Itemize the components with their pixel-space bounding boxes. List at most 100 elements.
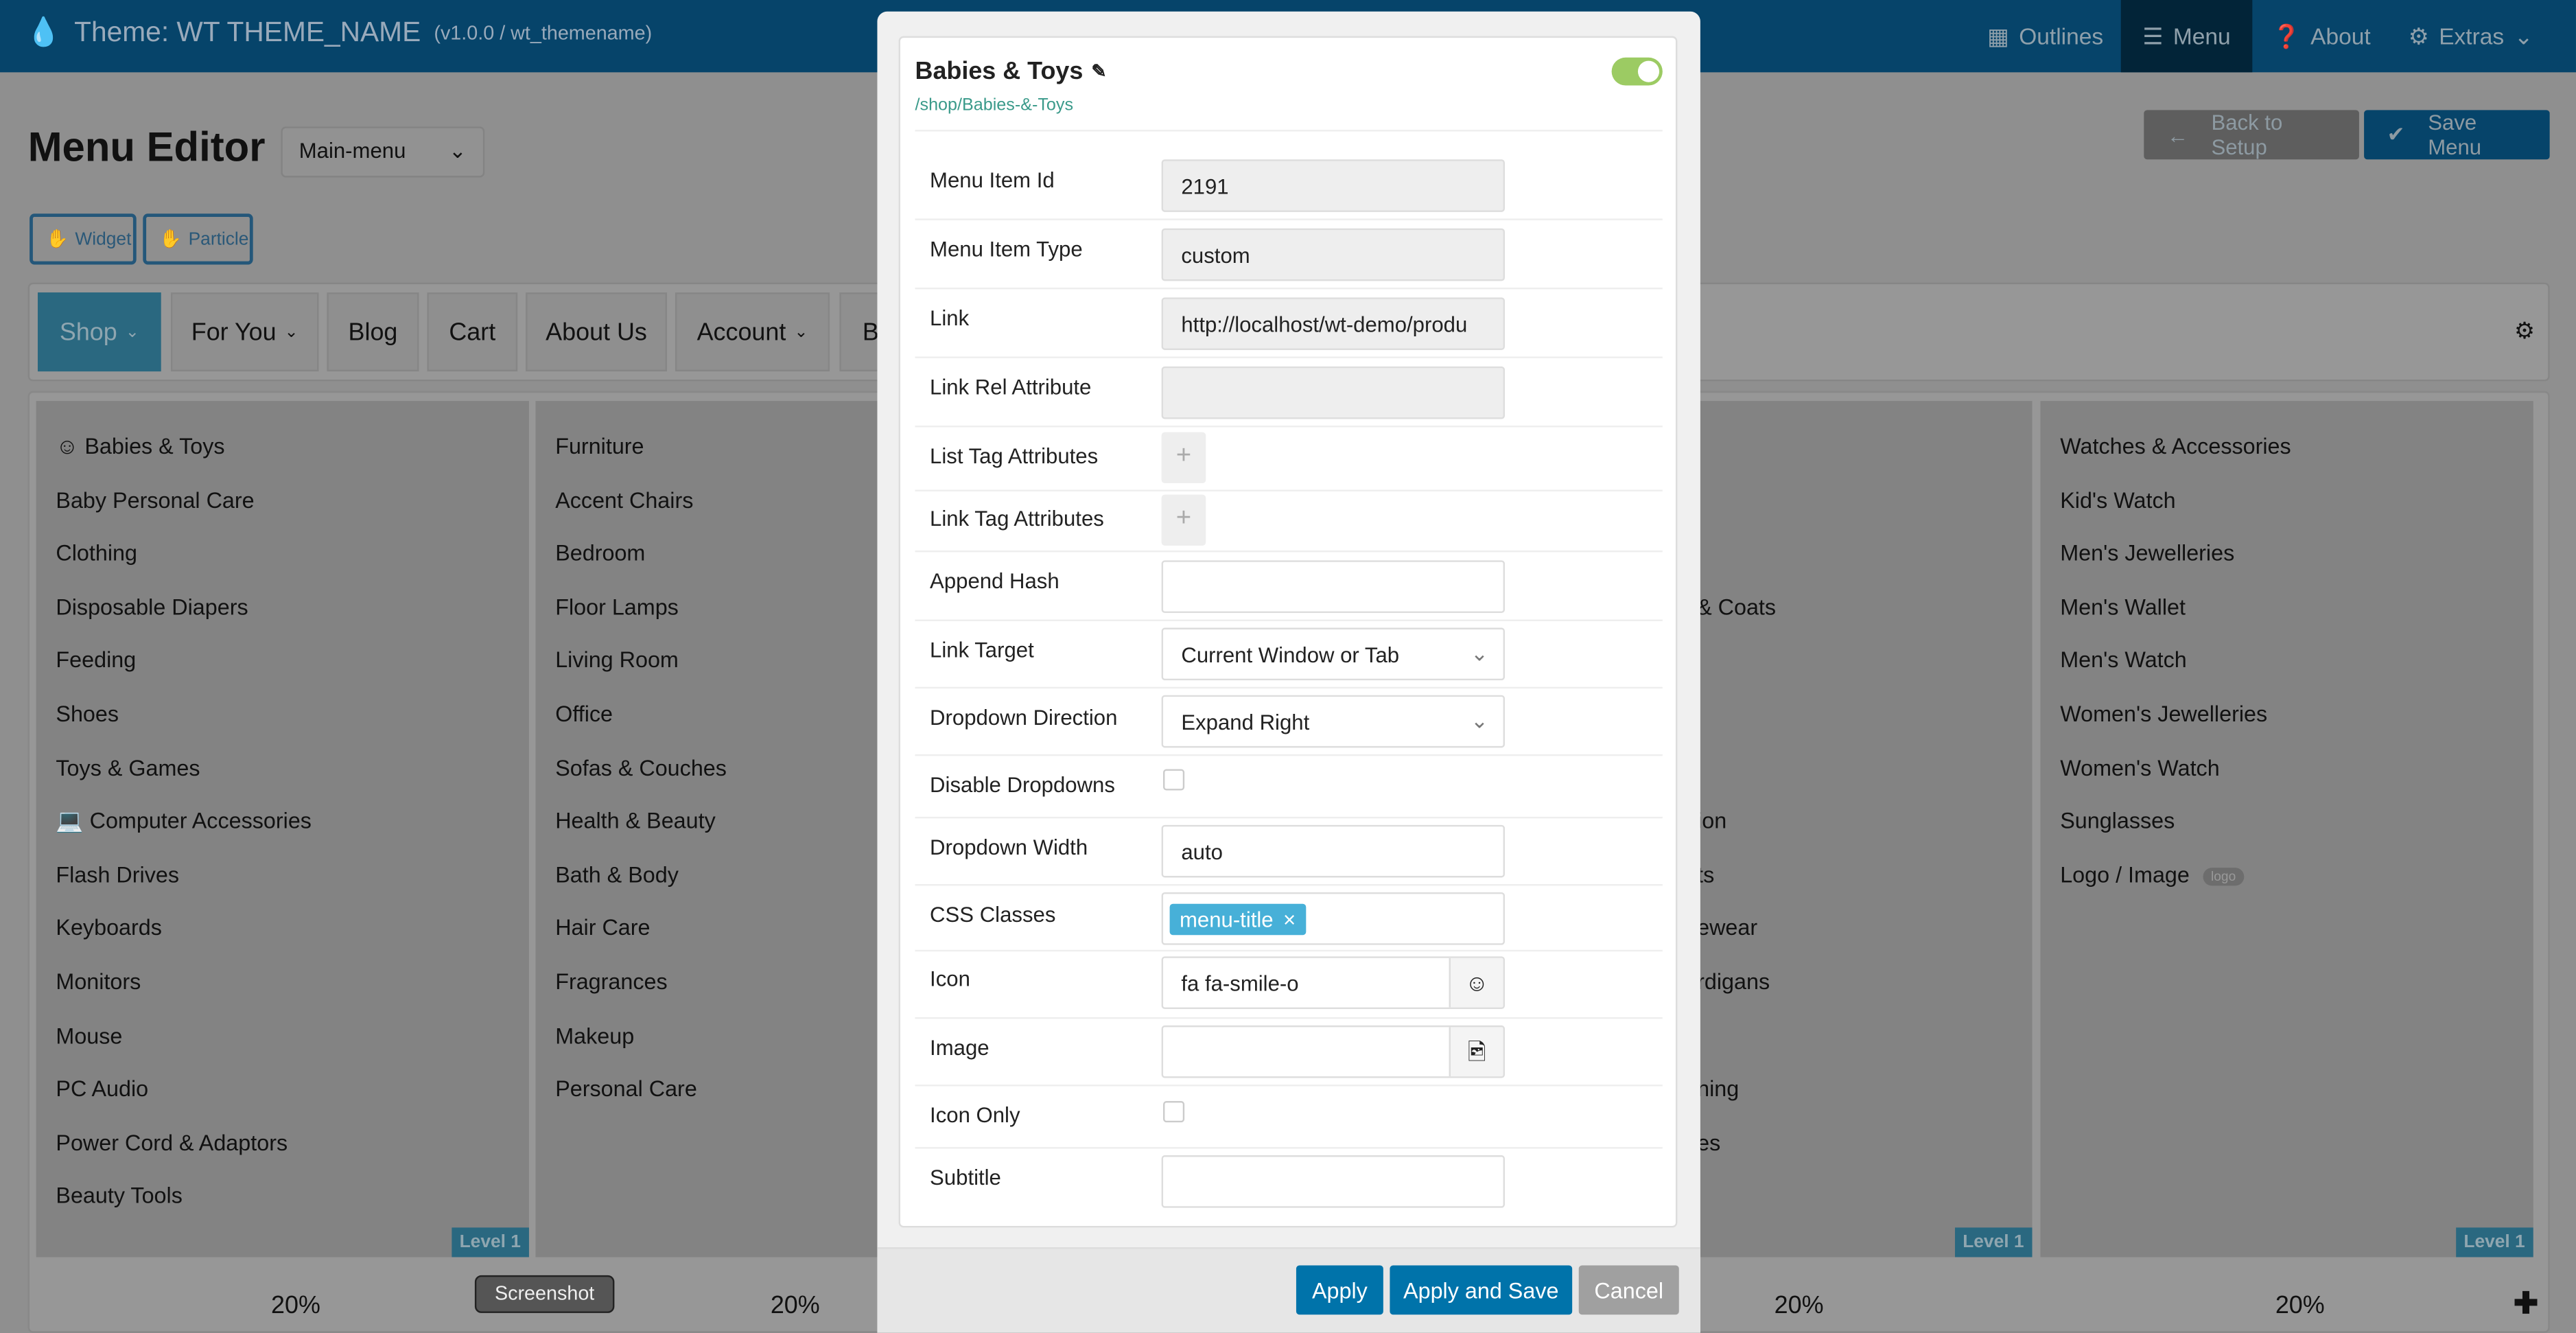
nav-outlines[interactable]: ▦ Outlines (1976, 0, 2114, 72)
add-link-attribute-button[interactable]: + (1161, 494, 1206, 546)
menu-item-for-you[interactable]: For You ⌄ (170, 292, 319, 372)
column-item[interactable]: Women's Jewelleries (2060, 702, 2267, 726)
column-item[interactable]: Power Cord & Adaptors (56, 1131, 288, 1155)
column-item[interactable]: ning (1697, 1077, 1739, 1102)
column-item[interactable]: Men's Wallet (2060, 594, 2186, 619)
disable-dropdowns-checkbox[interactable] (1163, 769, 1185, 791)
dropdown-width-field[interactable]: auto (1161, 824, 1505, 878)
menu-item-shop[interactable]: Shop ⌄ (38, 292, 161, 372)
column-item[interactable]: es (1697, 1131, 1720, 1155)
column-item[interactable]: Monitors (56, 970, 141, 995)
apply-and-save-button[interactable]: Apply and Save (1390, 1265, 1573, 1315)
column-item[interactable]: Toys & Games (56, 755, 200, 780)
enabled-toggle[interactable] (1611, 57, 1663, 86)
back-to-setup-button[interactable]: ← Back to Setup (2144, 110, 2359, 160)
column-item[interactable]: Bedroom (555, 541, 645, 566)
remove-tag-icon[interactable]: × (1283, 907, 1296, 932)
column-item-label: Health & Beauty (555, 809, 716, 834)
menu-item-cart[interactable]: Cart (427, 292, 518, 372)
chevron-down-icon: ⌄ (794, 323, 808, 341)
column-item[interactable]: Living Room (555, 648, 679, 673)
column-item[interactable]: Beauty Tools (56, 1184, 182, 1209)
column-item-label: Feeding (56, 648, 137, 673)
widget-button[interactable]: ✋ Widget (30, 213, 137, 265)
column-item[interactable]: Sofas & Couches (555, 755, 727, 780)
app: 💧 Theme: WT THEME_NAME (v1.0.0 / wt_themen… (0, 0, 2576, 1333)
column-item[interactable]: Accent Chairs (555, 487, 693, 512)
label: Link Rel Attribute (930, 374, 1092, 399)
column-item[interactable]: Hair Care (555, 916, 650, 940)
pencil-icon[interactable]: ✎ (1091, 61, 1106, 82)
column-item[interactable]: & Coats (1697, 594, 1776, 619)
column-item[interactable]: Health & Beauty (555, 809, 716, 833)
nav-menu[interactable]: ☰ Menu (2120, 0, 2253, 73)
add-list-attribute-button[interactable]: + (1161, 432, 1206, 483)
label: Append Hash (930, 568, 1059, 594)
subtitle-field[interactable] (1161, 1155, 1505, 1208)
column-item[interactable]: Mouse (56, 1023, 122, 1048)
column-item[interactable]: Men's Watch (2060, 648, 2187, 673)
column-item-label: Men's Wallet (2060, 594, 2186, 620)
smile-icon[interactable]: ☺ (1449, 958, 1503, 1008)
column-item[interactable]: ewear (1697, 916, 1757, 940)
column-item[interactable]: ion (1697, 809, 1726, 833)
tag-label: menu-title (1179, 907, 1274, 932)
link-rel-field[interactable] (1161, 366, 1505, 419)
column-item[interactable]: Personal Care (555, 1077, 697, 1102)
add-column-icon[interactable]: ✚ (2514, 1287, 2538, 1321)
column-item[interactable]: rdigans (1697, 970, 1770, 995)
column-item[interactable]: Clothing (56, 541, 137, 566)
column-item[interactable]: Office (555, 702, 613, 726)
menu-item-id-field[interactable]: 2191 (1161, 159, 1505, 212)
column-width-label[interactable]: 20% (2275, 1292, 2325, 1320)
column-item[interactable]: Fragrances (555, 970, 667, 995)
column-item[interactable]: Flash Drives (56, 862, 179, 887)
column-item[interactable]: 💻 Computer Accessories (56, 809, 312, 835)
level-badge: Level 1 (1954, 1227, 2033, 1257)
column-item[interactable]: Women's Watch (2060, 755, 2219, 780)
column-item[interactable]: Watches & Accessories (2060, 434, 2291, 459)
menu-item-type-field[interactable]: custom (1161, 228, 1505, 281)
column-item[interactable]: PC Audio (56, 1077, 148, 1102)
column-item[interactable]: Baby Personal Care (56, 487, 254, 512)
column-item[interactable]: Men's Jewelleries (2060, 541, 2234, 566)
column-item[interactable]: Logo / Image logo (2060, 862, 2245, 887)
modal-card: Babies & Toys ✎ /shop/Babies-&-Toys Menu … (898, 36, 1678, 1228)
dropdown-direction-select[interactable]: Expand Right ⌄ (1161, 695, 1505, 748)
link-target-select[interactable]: Current Window or Tab ⌄ (1161, 627, 1505, 681)
image-file-icon[interactable]: 🖻 (1449, 1027, 1503, 1077)
nav-extras[interactable]: ⚙ Extras ⌄ (2398, 0, 2543, 72)
css-classes-field[interactable]: menu-title × (1161, 892, 1505, 945)
column-item[interactable]: Shoes (56, 702, 119, 726)
column-item[interactable]: ☺ Babies & Toys (56, 434, 224, 459)
append-hash-field[interactable] (1161, 560, 1505, 613)
column-item[interactable]: Sunglasses (2060, 809, 2175, 833)
link-field[interactable]: http://localhost/wt-demo/produ (1161, 297, 1505, 350)
particle-button[interactable]: ✋ Particle (143, 213, 253, 265)
icon-field[interactable]: fa fa-smile-o ☺ (1161, 956, 1505, 1009)
nav-about[interactable]: ❓ About (2264, 0, 2379, 72)
cancel-button[interactable]: Cancel (1578, 1265, 1679, 1315)
column-width-label[interactable]: 20% (1775, 1292, 1824, 1320)
column-width-label[interactable]: 20% (271, 1292, 320, 1320)
apply-button[interactable]: Apply (1296, 1265, 1383, 1315)
column-item[interactable]: Disposable Diapers (56, 594, 248, 619)
column-item[interactable]: Furniture (555, 434, 644, 459)
column-item[interactable]: Feeding (56, 648, 136, 673)
menu-item-about-us[interactable]: About Us (526, 292, 668, 372)
column-width-label[interactable]: 20% (771, 1292, 820, 1320)
column-item-label: Sunglasses (2060, 809, 2175, 834)
image-field[interactable]: 🖻 (1161, 1025, 1505, 1078)
menu-item-account[interactable]: Account ⌄ (675, 292, 830, 372)
save-menu-button[interactable]: ✔ Save Menu (2364, 110, 2550, 160)
column-item[interactable]: Keyboards (56, 916, 162, 940)
menu-select[interactable]: Main-menu ⌄ (281, 126, 485, 178)
column-item-label: Fragrances (555, 969, 668, 995)
gear-icon[interactable]: ⚙ (2514, 317, 2535, 345)
column-item[interactable]: Kid's Watch (2060, 487, 2175, 512)
column-item[interactable]: Bath & Body (555, 862, 679, 887)
column-item[interactable]: Floor Lamps (555, 594, 679, 619)
column-item[interactable]: Makeup (555, 1023, 634, 1048)
menu-item-blog[interactable]: Blog (327, 292, 419, 372)
icon-only-checkbox[interactable] (1163, 1101, 1185, 1123)
